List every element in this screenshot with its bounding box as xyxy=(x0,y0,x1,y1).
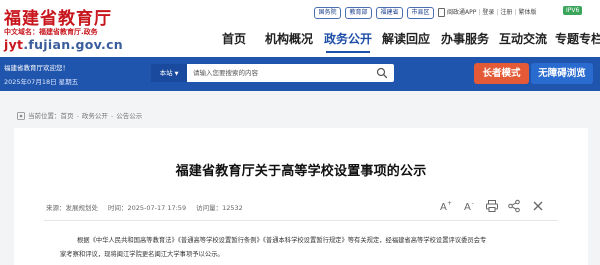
svg-text:A: A xyxy=(440,202,447,213)
nav-home[interactable]: 首页 xyxy=(222,30,246,48)
article-body: 根据《中华人民共和国高等教育法》《普通高等学校设置暂行条例》《普通本科学校设置暂… xyxy=(60,234,570,262)
logo-domain-suffix: .fujian.gov.cn xyxy=(23,37,123,52)
search-bar-strip: 福建省教育厅欢迎您！ 2025年07月18日 星期五 本站▼ 长者模式 无障碍浏… xyxy=(0,57,600,91)
top-link-fujian[interactable]: 福建省 xyxy=(376,7,403,19)
font-larger-icon[interactable]: A + xyxy=(438,199,452,213)
article-source: 来源：发展规划处 xyxy=(46,204,98,212)
nav-topics[interactable]: 专题专栏 xyxy=(555,30,600,48)
article-title: 福建省教育厅关于高等学校设置事项的公示 xyxy=(175,164,427,179)
nav-interaction[interactable]: 互动交流 xyxy=(499,30,547,48)
breadcrumb-label: 当前位置： xyxy=(28,112,61,120)
nav-about[interactable]: 机构概况 xyxy=(265,30,313,48)
close-icon[interactable] xyxy=(531,199,545,213)
svg-text:+: + xyxy=(447,200,452,207)
share-icon[interactable] xyxy=(507,199,521,213)
article-meta: 来源：发展规划处 时间：2025-07-17 17:59 访问量：12532 xyxy=(46,202,243,212)
logo-domain: jyt.fujian.gov.cn xyxy=(4,37,123,52)
logo-domain-prefix: jyt xyxy=(4,37,24,52)
site-header: 福建省教育厅 中文域名：福建省教育厅.政务 jyt.fujian.gov.cn … xyxy=(0,0,600,57)
top-link-state-council[interactable]: 国务院 xyxy=(314,7,341,19)
site-logo[interactable]: 福建省教育厅 中文域名：福建省教育厅.政务 jyt.fujian.gov.cn xyxy=(4,4,154,56)
search-input[interactable] xyxy=(193,67,363,79)
active-nav-underline xyxy=(326,51,370,53)
app-icon xyxy=(438,8,445,17)
accessible-browse-button[interactable]: 无障碍浏览 xyxy=(531,63,593,84)
article-time: 时间：2025-07-17 17:59 xyxy=(108,204,187,212)
current-date: 2025年07月18日 星期五 xyxy=(4,78,79,86)
search-scope-select[interactable]: 本站 ▼ xyxy=(151,64,187,82)
breadcrumb: 当前位置：首页 - 政务公开 - 公告公示 xyxy=(17,110,142,124)
logo-sub-prefix: 中文域名： xyxy=(4,28,39,36)
chevron-down-icon: ▼ xyxy=(174,71,179,77)
login-link[interactable]: 登录 xyxy=(482,9,494,16)
svg-text:-: - xyxy=(472,200,474,207)
logo-chinese-domain: 中文域名：福建省教育厅.政务 xyxy=(4,27,98,37)
elder-mode-button[interactable]: 长者模式 xyxy=(474,63,529,84)
article-card: 福建省教育厅关于高等学校设置事项的公示 来源：发展规划处 时间：2025-07-1… xyxy=(14,128,588,265)
breadcrumb-home[interactable]: 首页 xyxy=(61,112,74,120)
search-box: 本站 ▼ xyxy=(151,64,394,82)
logo-title: 福建省教育厅 xyxy=(4,9,112,29)
top-link-counties[interactable]: 市县区 xyxy=(407,7,434,19)
svg-text:A: A xyxy=(464,202,471,213)
nav-services[interactable]: 办事服务 xyxy=(441,30,489,48)
article-paragraph-line2: 家考察和评议，现将闽江学院更名闽江大学事项予以公示。 xyxy=(60,251,224,258)
top-link-moe[interactable]: 教育部 xyxy=(345,7,372,19)
location-icon xyxy=(17,112,25,120)
font-smaller-icon[interactable]: A - xyxy=(462,199,476,213)
print-icon[interactable] xyxy=(485,199,499,213)
welcome-text: 福建省教育厅欢迎您！ xyxy=(4,64,69,72)
register-link[interactable]: 注册 xyxy=(500,9,512,16)
search-icon[interactable] xyxy=(376,67,388,79)
top-utility: 闽政通APP | 登录 | 注册 | 繁体版 xyxy=(438,7,536,19)
traditional-chinese-link[interactable]: 繁体版 xyxy=(518,9,536,16)
nav-gov-affairs[interactable]: 政务公开 xyxy=(324,30,372,48)
breadcrumb-notices[interactable]: 公告公示 xyxy=(116,112,142,120)
logo-sub-value: 福建省教育厅.政务 xyxy=(39,28,98,36)
app-link[interactable]: 闽政通APP xyxy=(447,9,476,16)
meta-divider xyxy=(44,220,558,221)
breadcrumb-gov-affairs[interactable]: 政务公开 xyxy=(82,112,108,120)
ipv6-badge: IPV6 xyxy=(563,6,583,15)
article-views: 访问量：12532 xyxy=(196,204,243,212)
article-paragraph-line1: 根据《中华人民共和国高等教育法》《普通高等学校设置暂行条例》《普通本科学校设置暂… xyxy=(77,237,487,244)
search-scope-label: 本站 xyxy=(159,69,173,77)
nav-interpretation[interactable]: 解读回应 xyxy=(382,30,430,48)
